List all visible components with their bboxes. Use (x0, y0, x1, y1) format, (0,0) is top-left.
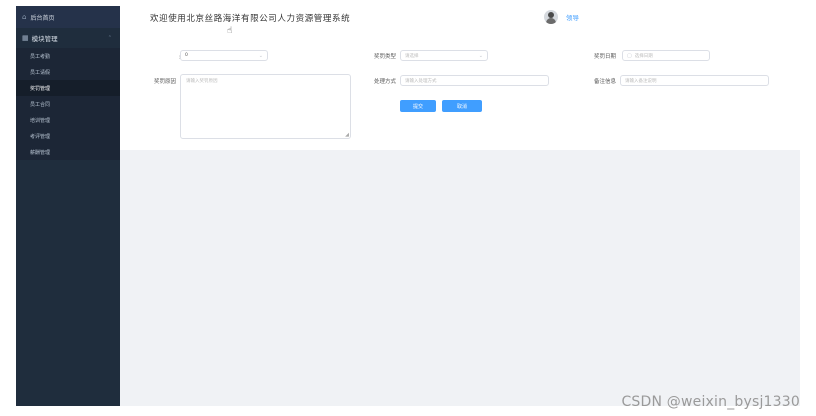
reason-label: 奖罚原因 (153, 79, 176, 85)
date-label: 奖罚日期 (593, 54, 616, 60)
sidebar-item-label: 员工请假 (30, 69, 51, 76)
sidebar-item-label: 培训管理 (30, 117, 51, 124)
grid-icon: ▦ (22, 34, 29, 42)
sidebar-item-contracts[interactable]: 员工合同 (16, 96, 120, 112)
sidebar-home-link[interactable]: ⌂ 后台首页 (16, 6, 120, 28)
remark-input-placeholder: 请输入备注说明 (625, 78, 657, 84)
method-label: 处理方式 (373, 79, 396, 85)
hand-cursor-icon: ☝ (227, 26, 233, 36)
avatar[interactable] (544, 10, 558, 24)
submit-button[interactable]: 提交 (400, 100, 436, 112)
sidebar-group-modules[interactable]: ▦ 模块管理 ⌃ (16, 28, 120, 48)
watermark: CSDN @weixin_bysj1330 (621, 394, 800, 410)
sidebar-menu: 员工考勤 员工请假 奖罚管理 员工合同 培训管理 考评管理 薪酬管理 (16, 48, 120, 160)
method-input-placeholder: 请输入处理方式 (405, 78, 437, 84)
calendar-icon: ▢ (627, 52, 632, 59)
employee-select[interactable]: 0 ⌄ (180, 50, 268, 61)
sidebar-item-salary[interactable]: 薪酬管理 (16, 144, 120, 160)
reward-form: 员工 0 ⌄ 奖罚类型 请选择 ⌄ 奖罚日期 ▢ 选择日期 奖罚原因 请输入奖罚… (120, 30, 800, 150)
type-select[interactable]: 请选择 ⌄ (400, 50, 488, 61)
sidebar-item-label: 奖罚管理 (30, 85, 51, 92)
reason-textarea[interactable]: 请输入奖罚原因 ◢ (180, 74, 351, 139)
date-picker[interactable]: ▢ 选择日期 (622, 50, 710, 61)
avatar-body (546, 18, 556, 24)
main-content: 员工 0 ⌄ 奖罚类型 请选择 ⌄ 奖罚日期 ▢ 选择日期 奖罚原因 请输入奖罚… (120, 30, 800, 406)
welcome-text: 欢迎使用北京丝路海洋有限公司人力资源管理系统 (150, 14, 351, 24)
sidebar-item-label: 员工考勤 (30, 53, 51, 60)
sidebar-item-label: 考评管理 (30, 133, 51, 140)
user-info[interactable]: 领导 (544, 10, 579, 24)
type-label: 奖罚类型 (373, 54, 396, 60)
sidebar-item-attendance[interactable]: 员工考勤 (16, 48, 120, 64)
sidebar-home-label: 后台首页 (30, 14, 55, 22)
sidebar-item-label: 薪酬管理 (30, 149, 51, 156)
user-name[interactable]: 领导 (566, 12, 579, 22)
sidebar-group-label: 模块管理 (31, 35, 58, 43)
chevron-down-icon: ⌄ (258, 52, 263, 59)
reason-placeholder: 请输入奖罚原因 (186, 79, 218, 84)
app-window: ⌂ 后台首页 ▦ 模块管理 ⌃ 员工考勤 员工请假 奖罚管理 员工合同 培训管理… (16, 6, 800, 406)
chevron-up-icon: ⌃ (107, 35, 112, 41)
sidebar-item-rewards[interactable]: 奖罚管理 (16, 80, 120, 96)
sidebar-item-label: 员工合同 (30, 101, 51, 108)
top-header: 欢迎使用北京丝路海洋有限公司人力资源管理系统 领导 (120, 6, 800, 31)
resize-handle-icon[interactable]: ◢ (345, 132, 349, 138)
remark-input[interactable]: 请输入备注说明 (620, 75, 769, 86)
sidebar: ⌂ 后台首页 ▦ 模块管理 ⌃ 员工考勤 员工请假 奖罚管理 员工合同 培训管理… (16, 6, 120, 406)
sidebar-item-training[interactable]: 培训管理 (16, 112, 120, 128)
method-input[interactable]: 请输入处理方式 (400, 75, 549, 86)
cancel-button[interactable]: 取消 (442, 100, 482, 112)
remark-label: 备注信息 (593, 79, 616, 85)
home-icon: ⌂ (22, 13, 27, 21)
employee-select-value: 0 (185, 53, 188, 58)
sidebar-item-evaluation[interactable]: 考评管理 (16, 128, 120, 144)
sidebar-item-leave[interactable]: 员工请假 (16, 64, 120, 80)
type-select-placeholder: 请选择 (405, 53, 419, 59)
chevron-down-icon: ⌄ (478, 52, 483, 59)
date-picker-placeholder: 选择日期 (634, 53, 653, 59)
